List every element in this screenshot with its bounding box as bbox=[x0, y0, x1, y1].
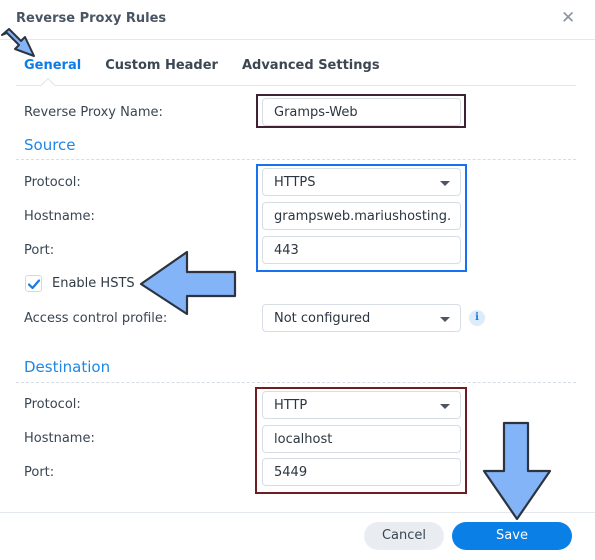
source-heading: Source bbox=[24, 136, 76, 154]
source-port-label: Port: bbox=[24, 243, 55, 258]
checkmark-icon bbox=[27, 279, 41, 290]
dialog-title: Reverse Proxy Rules bbox=[16, 11, 167, 26]
destination-port-input[interactable]: 5449 bbox=[262, 458, 461, 486]
arrow-pointing-general-tab-icon bbox=[1, 28, 35, 57]
source-protocol-select[interactable]: HTTPS bbox=[262, 168, 461, 196]
source-protocol-label: Protocol: bbox=[24, 175, 81, 190]
reverse-proxy-name-input[interactable]: Gramps-Web bbox=[262, 98, 461, 126]
footer-divider bbox=[0, 512, 595, 513]
tab-bar: General Custom Header Advanced Settings bbox=[24, 58, 404, 78]
destination-hostname-label: Hostname: bbox=[24, 431, 95, 446]
arrow-pointing-hsts-icon bbox=[139, 250, 237, 316]
destination-protocol-value: HTTP bbox=[274, 398, 308, 413]
info-icon[interactable]: i bbox=[469, 310, 485, 326]
source-divider bbox=[16, 159, 576, 160]
source-protocol-value: HTTPS bbox=[274, 175, 316, 190]
arrow-pointing-save-icon bbox=[482, 421, 552, 521]
reverse-proxy-name-label: Reverse Proxy Name: bbox=[24, 105, 163, 120]
save-button[interactable]: Save bbox=[452, 522, 572, 550]
chevron-down-icon bbox=[440, 317, 450, 322]
enable-hsts-label[interactable]: Enable HSTS bbox=[52, 276, 135, 291]
chevron-down-icon bbox=[440, 181, 450, 186]
enable-hsts-checkbox[interactable] bbox=[25, 275, 42, 292]
active-tab-indicator bbox=[40, 77, 56, 93]
cancel-button[interactable]: Cancel bbox=[364, 522, 444, 550]
destination-protocol-select[interactable]: HTTP bbox=[262, 391, 461, 419]
tab-general[interactable]: General bbox=[24, 58, 81, 78]
title-divider bbox=[0, 39, 595, 40]
source-hostname-input[interactable]: grampsweb.mariushosting. bbox=[262, 202, 461, 230]
tab-divider bbox=[16, 85, 576, 86]
access-control-value: Not configured bbox=[274, 311, 371, 326]
tab-custom-header[interactable]: Custom Header bbox=[105, 58, 218, 78]
source-hostname-label: Hostname: bbox=[24, 209, 95, 224]
destination-port-label: Port: bbox=[24, 465, 55, 480]
destination-heading: Destination bbox=[24, 358, 111, 376]
chevron-down-icon bbox=[440, 404, 450, 409]
access-control-label: Access control profile: bbox=[24, 311, 168, 326]
destination-divider bbox=[16, 382, 576, 383]
destination-hostname-input[interactable]: localhost bbox=[262, 425, 461, 453]
close-icon[interactable]: ✕ bbox=[561, 10, 575, 27]
access-control-select[interactable]: Not configured bbox=[262, 304, 461, 332]
destination-protocol-label: Protocol: bbox=[24, 397, 81, 412]
source-port-input[interactable]: 443 bbox=[262, 236, 461, 264]
tab-advanced-settings[interactable]: Advanced Settings bbox=[242, 58, 380, 78]
